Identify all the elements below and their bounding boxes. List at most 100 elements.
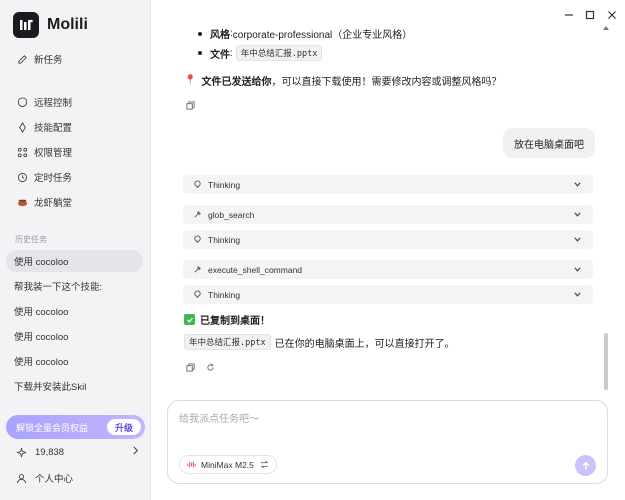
tool-row-thinking[interactable]: Thinking	[183, 230, 593, 249]
credits-value: 19,838	[35, 446, 65, 458]
history-item-label: 使用 cocoloo	[14, 257, 69, 268]
bullet-key: 风格	[210, 30, 230, 41]
remote-control-icon	[16, 96, 28, 108]
minimize-icon[interactable]	[562, 8, 576, 22]
history-item[interactable]: 使用 cocoloo	[6, 350, 143, 372]
new-task-label: 新任务	[34, 55, 63, 66]
tool-label: Thinking	[208, 234, 241, 245]
nav-remote-control[interactable]: 远程控制	[8, 90, 144, 114]
thinking-icon	[192, 180, 202, 190]
tool-label: execute_shell_command	[208, 264, 303, 275]
nav-skills[interactable]: 技能配置	[8, 115, 144, 139]
thinking-icon	[192, 290, 202, 300]
upgrade-button[interactable]: 升级	[106, 419, 141, 435]
history-item[interactable]: 使用 cocoloo	[6, 250, 143, 272]
assistant-message: 📍 文件已发送给你 ，可以直接下载使用！需要修改内容或调整风格吗？	[184, 73, 501, 88]
user-message-text: 放在电脑桌面吧	[514, 139, 584, 151]
maximize-icon[interactable]	[583, 8, 597, 22]
history-item-label: 使用 cocoloo	[14, 307, 69, 318]
tool-row-glob-search[interactable]: glob_search	[183, 205, 593, 224]
model-selector[interactable]: MiniMax M2.5	[179, 455, 277, 474]
result-line: 年中总结汇报.pptx 已在你的电脑桌面上，可以直接打开了。	[184, 334, 455, 350]
tool-icon	[192, 265, 202, 275]
nav-permissions[interactable]: 权限管理	[8, 140, 144, 164]
chevron-right-icon	[131, 446, 140, 458]
tool-icon	[192, 210, 202, 220]
chat-area: 风格: corporate-professional（企业专业风格） 文件: 年…	[151, 0, 625, 500]
assistant-text: ，可以直接下载使用！需要修改内容或调整风格吗？	[271, 77, 502, 88]
chat-input-box[interactable]: 给我派点任务吧～ MiniMax M2.5	[167, 400, 608, 484]
history-item-label: 使用 cocoloo	[14, 357, 69, 368]
bullet-value: corporate-professional（企业专业风格）	[232, 30, 413, 41]
thinking-icon	[192, 235, 202, 245]
close-icon[interactable]	[605, 8, 619, 22]
scrollbar-thumb[interactable]	[604, 333, 608, 390]
membership-promo[interactable]: 解锁全量会员权益 升级	[6, 415, 145, 439]
send-button[interactable]	[575, 455, 596, 476]
chat-input-placeholder[interactable]: 给我派点任务吧～	[179, 410, 259, 425]
lobster-icon	[16, 196, 28, 208]
result-file-code: 年中总结汇报.pptx	[184, 334, 271, 350]
result-text: 已在你的电脑桌面上，可以直接打开了。	[274, 338, 455, 350]
history-item[interactable]: 下载并安装此Skil	[6, 375, 143, 397]
chevron-down-icon	[574, 292, 581, 297]
minimax-logo-icon	[187, 460, 196, 469]
bullet-file: 文件: 年中总结汇报.pptx	[198, 45, 323, 61]
tool-label: Thinking	[208, 179, 241, 190]
bullet-sep: :	[230, 47, 233, 59]
sparkle-icon	[15, 446, 27, 458]
skills-icon	[16, 121, 28, 133]
brand: Molili	[13, 12, 88, 38]
edit-icon	[16, 53, 28, 65]
refresh-icon[interactable]	[205, 362, 215, 372]
app-name: Molili	[47, 16, 88, 33]
chevron-down-icon	[574, 237, 581, 242]
history-item[interactable]: 使用 cocoloo	[6, 300, 143, 322]
history-item[interactable]: 帮我装一下这个技能:	[6, 275, 143, 297]
tool-row-thinking[interactable]: Thinking	[183, 285, 593, 304]
tool-row-execute-shell[interactable]: execute_shell_command	[183, 260, 593, 279]
new-task-button[interactable]: 新任务	[8, 47, 144, 71]
history-section-label: 历史任务	[15, 235, 47, 244]
nav-label: 权限管理	[34, 148, 73, 159]
nav-label: 技能配置	[34, 123, 73, 134]
user-message-bubble: 放在电脑桌面吧	[503, 128, 595, 158]
pin-emoji: 📍	[184, 75, 197, 86]
clock-icon	[16, 171, 28, 183]
file-code: 年中总结汇报.pptx	[235, 45, 323, 61]
molili-logo	[13, 12, 39, 38]
history-item-label: 下载并安装此Skil	[14, 382, 87, 393]
tool-label: glob_search	[208, 209, 255, 220]
user-center-button[interactable]: 个人中心	[15, 471, 140, 485]
model-name: MiniMax M2.5	[201, 459, 254, 470]
status-line: 已复制到桌面！	[184, 312, 270, 327]
arrow-up-icon	[582, 461, 589, 469]
copy-icon[interactable]	[185, 100, 195, 110]
history-item-label: 帮我装一下这个技能:	[14, 282, 103, 293]
user-center-label: 个人中心	[35, 474, 74, 485]
chevron-down-icon	[574, 267, 581, 272]
chevron-down-icon	[574, 182, 581, 187]
nav-label: 远程控制	[34, 98, 73, 109]
assistant-bold: 文件已发送给你	[201, 77, 272, 88]
chevron-down-icon	[574, 212, 581, 217]
user-icon	[15, 472, 27, 484]
swap-icon	[260, 460, 269, 469]
bullet-key: 文件	[210, 49, 230, 61]
sidebar: Molili 新任务 远程控制 技能配置 权限管理 定时任务 龙虾躺堂 历史任务…	[0, 0, 151, 500]
nav-lobster-hall[interactable]: 龙虾躺堂	[8, 190, 144, 214]
copy-icon[interactable]	[185, 362, 195, 372]
permissions-icon	[16, 146, 28, 158]
bullet-style: 风格: corporate-professional（企业专业风格）	[198, 26, 412, 41]
check-icon	[184, 314, 195, 325]
nav-label: 龙虾躺堂	[34, 198, 73, 209]
tool-label: Thinking	[208, 289, 241, 300]
tool-row-thinking[interactable]: Thinking	[183, 175, 593, 194]
nav-label: 定时任务	[34, 173, 73, 184]
history-item[interactable]: 使用 cocoloo	[6, 325, 143, 347]
status-text: 已复制到桌面！	[200, 316, 270, 327]
scroll-up-arrow-icon[interactable]	[602, 24, 610, 32]
credits-row[interactable]: 19,838	[15, 446, 140, 458]
nav-scheduled-tasks[interactable]: 定时任务	[8, 165, 144, 189]
history-item-label: 使用 cocoloo	[14, 332, 69, 343]
